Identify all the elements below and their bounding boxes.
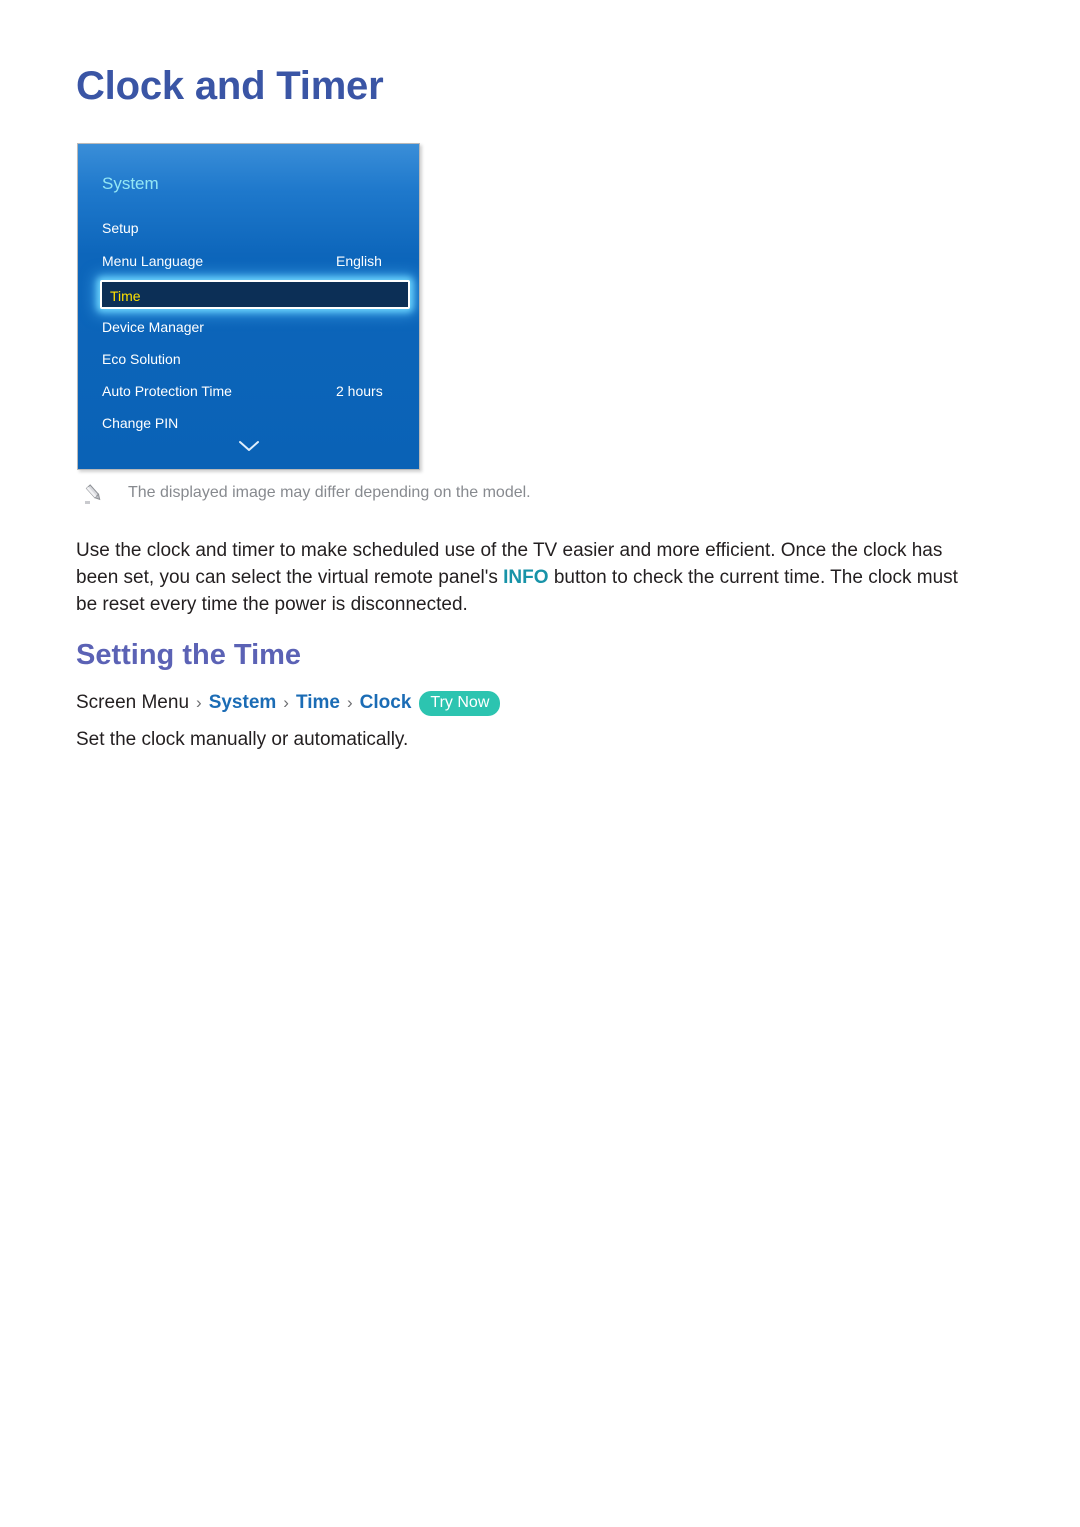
tv-menu-item-label: Auto Protection Time: [102, 383, 232, 399]
breadcrumb-link-time[interactable]: Time: [296, 689, 340, 717]
pencil-icon: [82, 481, 106, 505]
note-text: The displayed image may differ depending…: [128, 484, 531, 501]
tv-menu-item-value: 2 hours: [336, 383, 383, 399]
tv-menu-item-label: Eco Solution: [102, 351, 181, 367]
tv-menu-item-time[interactable]: Time: [100, 280, 410, 309]
page-title: Clock and Timer: [76, 64, 384, 108]
breadcrumb-separator: ›: [346, 693, 353, 712]
tv-menu-panel: System Setup Menu Language English Time …: [77, 143, 420, 470]
breadcrumb: Screen Menu › System › Time › Clock Try …: [76, 689, 501, 717]
breadcrumb-separator: ›: [283, 693, 289, 712]
tv-menu-heading: System: [102, 174, 159, 193]
breadcrumb-link-clock[interactable]: Clock: [360, 689, 412, 717]
tv-menu-item-label: Device Manager: [102, 319, 204, 335]
tv-menu-item-auto-protection-time[interactable]: Auto Protection Time 2 hours: [78, 378, 419, 404]
breadcrumb-link-system[interactable]: System: [209, 689, 277, 717]
tv-menu-item-label: Setup: [102, 220, 139, 236]
tv-menu-item-setup[interactable]: Setup: [78, 215, 419, 241]
tv-menu-item-label: Time: [110, 288, 141, 304]
tv-menu-item-eco-solution[interactable]: Eco Solution: [78, 346, 419, 372]
section-title: Setting the Time: [76, 639, 302, 671]
chevron-down-icon[interactable]: [78, 439, 419, 457]
section-description: Set the clock manually or automatically.: [76, 729, 409, 750]
tv-menu-item-device-manager[interactable]: Device Manager: [78, 314, 419, 340]
tv-menu-item-value: English: [336, 253, 382, 269]
breadcrumb-separator: ›: [196, 693, 202, 712]
info-keyword: INFO: [503, 567, 549, 588]
document-page: Clock and Timer System Setup Menu Langua…: [0, 0, 1080, 1527]
body-paragraph: Use the clock and timer to make schedule…: [76, 537, 976, 618]
breadcrumb-root: Screen Menu: [76, 692, 190, 713]
tv-menu-item-label: Menu Language: [102, 253, 204, 269]
try-now-badge[interactable]: Try Now: [419, 690, 501, 716]
tv-menu-item-label: Change PIN: [102, 415, 179, 431]
tv-menu-item-menu-language[interactable]: Menu Language English: [78, 248, 419, 274]
tv-menu-item-change-pin[interactable]: Change PIN: [78, 410, 419, 436]
note-line: The displayed image may differ depending…: [82, 481, 531, 505]
